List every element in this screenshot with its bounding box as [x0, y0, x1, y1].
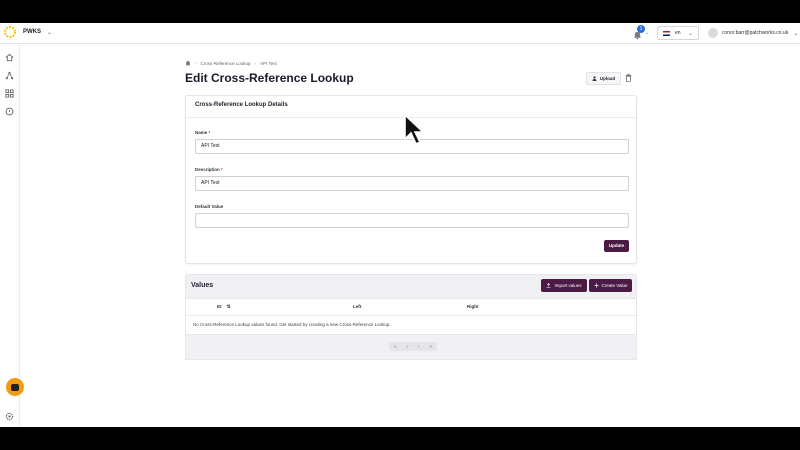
details-card-title: Cross-Reference Lookup Details [195, 102, 288, 108]
default-value-label: Default Value [195, 204, 223, 209]
create-value-button[interactable]: Create Value [589, 279, 632, 292]
chevron-right-icon: › [254, 60, 257, 66]
column-header-id-label: ID [217, 304, 222, 309]
update-button[interactable]: Update [604, 240, 629, 252]
description-label: Description * [195, 167, 223, 172]
prev-page-button[interactable]: ‹ [406, 344, 408, 350]
chevron-down-icon: ⌄ [47, 29, 53, 36]
chevron-down-icon: ⌄ [793, 30, 799, 37]
patchworks-logo-icon [4, 26, 16, 38]
settings-icon[interactable] [5, 412, 14, 421]
trash-icon[interactable] [625, 73, 632, 82]
breadcrumb: › Cross-Reference Lookup › API Test [185, 60, 277, 66]
values-title: Values [191, 282, 214, 289]
divider [186, 315, 636, 316]
description-field[interactable]: API Test [195, 176, 629, 191]
sidebar [0, 44, 20, 427]
chat-launcher-button[interactable] [6, 378, 24, 396]
upload-button-label: Upload [599, 76, 616, 81]
sort-icon[interactable]: ⇅ [227, 304, 231, 309]
notification-badge: 1 [637, 25, 645, 33]
language-select[interactable]: en ⌄ [657, 26, 699, 40]
required-mark: * [208, 130, 211, 135]
default-value-field[interactable] [195, 213, 629, 228]
pagination-bar: « ‹ › » [185, 335, 637, 360]
create-value-label: Create Value [601, 283, 628, 288]
chevron-down-icon: ⌄ [645, 30, 650, 36]
brand-switcher[interactable]: PWKS ⌄ [4, 26, 52, 38]
column-header-left: Left [353, 304, 362, 309]
app-window: PWKS ⌄ 1 ⌄ en ⌄ conor.barr@patchworks.co… [0, 23, 800, 427]
chat-icon [11, 383, 19, 391]
avatar [708, 28, 718, 38]
required-mark: * [221, 167, 223, 172]
name-label-text: Name [195, 130, 208, 135]
uk-flag-icon [663, 30, 670, 36]
user-menu[interactable]: conor.barr@patchworks.co.uk ⌄ [708, 28, 798, 38]
pagination: « ‹ › » [389, 342, 437, 351]
import-values-button[interactable]: Import values [541, 279, 587, 292]
column-header-id[interactable]: ID ⇅ [217, 304, 231, 310]
import-values-label: Import values [554, 283, 582, 288]
chevron-right-icon: › [195, 60, 197, 66]
column-header-right: Right [467, 304, 479, 309]
breadcrumb-item-api-test[interactable]: API Test [260, 61, 277, 66]
top-bar: PWKS ⌄ 1 ⌄ en ⌄ conor.barr@patchworks.co… [0, 23, 800, 44]
brand-name: PWKS [23, 29, 41, 35]
help-icon[interactable] [5, 107, 14, 116]
first-page-button[interactable]: « [394, 344, 397, 350]
next-page-button[interactable]: › [418, 344, 420, 350]
values-header: Values Import values Create Value [185, 274, 637, 298]
user-email: conor.barr@patchworks.co.uk [722, 30, 789, 36]
upload-button[interactable]: Upload [586, 72, 621, 85]
plus-icon [594, 283, 599, 288]
notifications-button[interactable]: 1 ⌄ [633, 25, 651, 41]
language-value: en [675, 30, 681, 36]
description-label-text: Description [195, 167, 220, 172]
network-icon[interactable] [5, 71, 14, 80]
empty-state-message: No Cross-Reference Lookup values found. … [193, 322, 391, 327]
upload-icon [546, 283, 551, 288]
mouse-cursor-icon [404, 113, 426, 146]
home-icon[interactable] [185, 60, 191, 66]
default-value-label-text: Default Value [195, 204, 224, 209]
page-title: Edit Cross-Reference Lookup [185, 71, 354, 85]
grid-icon[interactable] [5, 89, 14, 98]
user-icon [592, 76, 597, 81]
last-page-button[interactable]: » [429, 344, 432, 350]
name-label: Name * [195, 130, 210, 135]
chevron-down-icon: ⌄ [687, 31, 693, 37]
home-icon[interactable] [5, 53, 14, 62]
breadcrumb-item-cross-reference-lookup[interactable]: Cross-Reference Lookup [201, 61, 251, 66]
values-table: ID ⇅ Left Right No Cross-Reference Looku… [185, 298, 637, 335]
